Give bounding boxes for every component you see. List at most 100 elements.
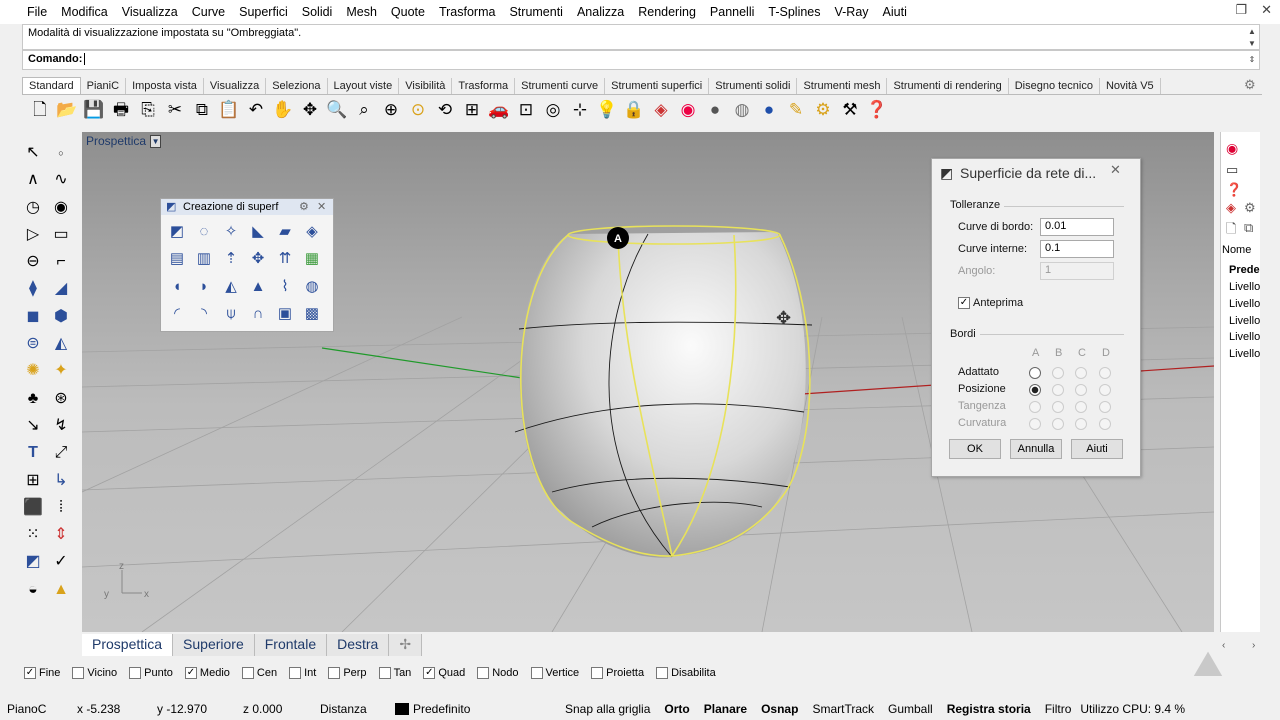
surface-patch-icon[interactable]: ✧ — [219, 219, 243, 243]
cut-icon[interactable]: ✂ — [163, 97, 187, 121]
lock-icon[interactable]: 🔒 — [622, 97, 646, 121]
restore-icon[interactable]: ❐ — [1235, 2, 1247, 18]
heightfield-icon[interactable]: ▦ — [300, 247, 324, 271]
menu-item-quote[interactable]: Quote — [384, 0, 432, 24]
ok-button[interactable]: OK — [949, 439, 1001, 459]
scale-icon[interactable]: ⤢ — [48, 440, 74, 466]
car-icon[interactable]: 🚗 — [487, 97, 511, 121]
menu-item-modifica[interactable]: Modifica — [54, 0, 115, 24]
menu-item-solidi[interactable]: Solidi — [295, 0, 340, 24]
rectangle-icon[interactable]: ▭ — [48, 222, 74, 248]
view-tab-superiore[interactable]: Superiore — [173, 634, 255, 656]
color-wheel-icon[interactable]: ◉ — [676, 97, 700, 121]
help-icon[interactable]: ❓ — [865, 97, 889, 121]
layer-item-2[interactable]: Livello — [1229, 298, 1260, 310]
layer-icon[interactable]: ◈ — [649, 97, 673, 121]
inner-curves-input[interactable]: 0.1 — [1040, 240, 1114, 258]
open-folder-icon[interactable]: 📂 — [55, 97, 79, 121]
point-grid-surface-icon[interactable]: ▩ — [300, 302, 324, 326]
grid-snap-icon[interactable]: ⊹ — [568, 97, 592, 121]
layer-default[interactable]: Prede — [1229, 264, 1260, 276]
fillet-curve-icon[interactable]: ⌐ — [48, 249, 74, 275]
dimension-icon[interactable]: ⦙ — [48, 495, 74, 521]
menu-item-analizza[interactable]: Analizza — [570, 0, 631, 24]
osnap-nodo[interactable]: Nodo — [477, 667, 519, 679]
zoom-window-icon[interactable]: ⌕ — [352, 97, 376, 121]
status-layer[interactable]: Predefinito — [388, 702, 558, 716]
revolve-icon[interactable]: ◖ — [165, 274, 189, 298]
edge-curves-input[interactable]: 0.01 — [1040, 218, 1114, 236]
sweep-icon[interactable]: ✥ — [246, 247, 270, 271]
layer-item-3[interactable]: Livello — [1229, 315, 1260, 327]
arc-icon[interactable]: ▷ — [20, 222, 46, 248]
import-icon[interactable]: ⎘ — [136, 97, 160, 121]
status-record-history[interactable]: Registra storia — [940, 702, 1038, 716]
highlighter-icon[interactable]: ✎ — [784, 97, 808, 121]
toolbar-tab-strumenti-solidi[interactable]: Strumenti solidi — [709, 78, 798, 94]
point-icon[interactable]: ○ — [48, 140, 74, 166]
text-icon[interactable]: T — [20, 440, 46, 466]
box-edit-icon[interactable]: ⬛ — [20, 495, 46, 521]
paste-icon[interactable]: 📋 — [217, 97, 241, 121]
zoom-extents-icon[interactable]: ⊕ — [379, 97, 403, 121]
view-tab-prospettica[interactable]: Prospettica — [82, 634, 174, 656]
toolbar-tab-imposta-vista[interactable]: Imposta vista — [126, 78, 204, 94]
plane-surface-icon[interactable]: ▣ — [273, 302, 297, 326]
preview-checkbox[interactable]: ✓ Anteprima — [958, 297, 1023, 309]
menu-item-superfici[interactable]: Superfici — [232, 0, 295, 24]
status-gumball[interactable]: Gumball — [881, 702, 940, 716]
zoom-selected-icon[interactable]: ⊙ — [406, 97, 430, 121]
radio-adattato-a[interactable] — [1029, 367, 1041, 379]
print-icon[interactable]: 🖶 — [109, 97, 133, 121]
toolbar-tab-strumenti-curve[interactable]: Strumenti curve — [515, 78, 606, 94]
panel-copy-icon[interactable]: ⧉ — [1244, 220, 1253, 236]
cone-surface-icon[interactable]: ▲ — [246, 274, 270, 298]
panel-layers-icon[interactable]: ◈ — [1226, 200, 1236, 216]
osnap-disabilita[interactable]: Disabilita — [656, 667, 716, 679]
extrude-straight-icon[interactable]: ▥ — [192, 247, 216, 271]
surface-edge-icon[interactable]: ◢ — [48, 276, 74, 302]
status-smarttrack[interactable]: SmartTrack — [805, 702, 881, 716]
osnap-punto[interactable]: Punto — [129, 667, 173, 679]
cplane-icon[interactable]: ⊡ — [514, 97, 538, 121]
toolbar-tab-strumenti-superfici[interactable]: Strumenti superfici — [605, 78, 710, 94]
sweep2-icon[interactable]: ⇈ — [273, 247, 297, 271]
extrude-icon[interactable]: ▤ — [165, 247, 189, 271]
sphere-icon[interactable]: ⬢ — [48, 304, 74, 330]
add-viewport-icon[interactable]: ✢ — [389, 634, 423, 656]
command-scroll-icon[interactable]: ⇕ — [1246, 54, 1258, 66]
ruled-surface-icon[interactable]: ◍ — [300, 274, 324, 298]
options-gear-icon[interactable]: ⚙ — [811, 97, 835, 121]
palette-close-icon[interactable]: ✕ — [317, 200, 326, 213]
close-icon[interactable]: ✕ — [1261, 2, 1272, 18]
surface-sphere-icon[interactable]: ◌ — [192, 219, 216, 243]
toolbar-tab-novit-v5[interactable]: Novità V5 — [1100, 78, 1161, 94]
osnap-cen[interactable]: Cen — [241, 667, 277, 679]
palette-gear-icon[interactable]: ⚙ — [299, 200, 309, 213]
ellipse-icon[interactable]: ⊖ — [20, 249, 46, 275]
surface-edge-curves-icon[interactable]: ◣ — [246, 219, 270, 243]
toolbar-tab-strumenti-di-rendering[interactable]: Strumenti di rendering — [887, 78, 1009, 94]
osnap-medio[interactable]: ✓ Medio — [184, 667, 230, 679]
status-cplane[interactable]: PianoC — [0, 702, 70, 716]
render-icon[interactable]: ◒ — [20, 577, 46, 603]
toolbar-tab-pianic[interactable]: PianiC — [81, 78, 127, 94]
osnap-proietta[interactable]: Proietta — [591, 667, 644, 679]
select-arrow-icon[interactable]: ↖ — [20, 140, 46, 166]
analyze-icon[interactable]: ◩ — [20, 549, 46, 575]
undo-icon[interactable]: ↶ — [244, 97, 268, 121]
circle-center-icon[interactable]: ◉ — [48, 195, 74, 221]
osnap-int[interactable]: Int — [289, 667, 316, 679]
surface-network-icon[interactable]: ◈ — [300, 219, 324, 243]
viewport-menu-icon[interactable]: ▼ — [150, 134, 162, 148]
array-icon[interactable]: ⊞ — [20, 468, 46, 494]
menu-item-t-splines[interactable]: T-Splines — [761, 0, 827, 24]
surface-from-points-icon[interactable]: ◩ — [165, 219, 189, 243]
material-sphere-icon[interactable]: ● — [703, 97, 727, 121]
pan-hand-icon[interactable]: ✋ — [271, 97, 295, 121]
split-icon[interactable]: ↯ — [48, 413, 74, 439]
tools-icon[interactable]: ⚒ — [838, 97, 862, 121]
circle-icon[interactable]: ◷ — [20, 195, 46, 221]
surface-planar-icon[interactable]: ▰ — [273, 219, 297, 243]
toolbar-tab-seleziona[interactable]: Seleziona — [266, 78, 328, 94]
